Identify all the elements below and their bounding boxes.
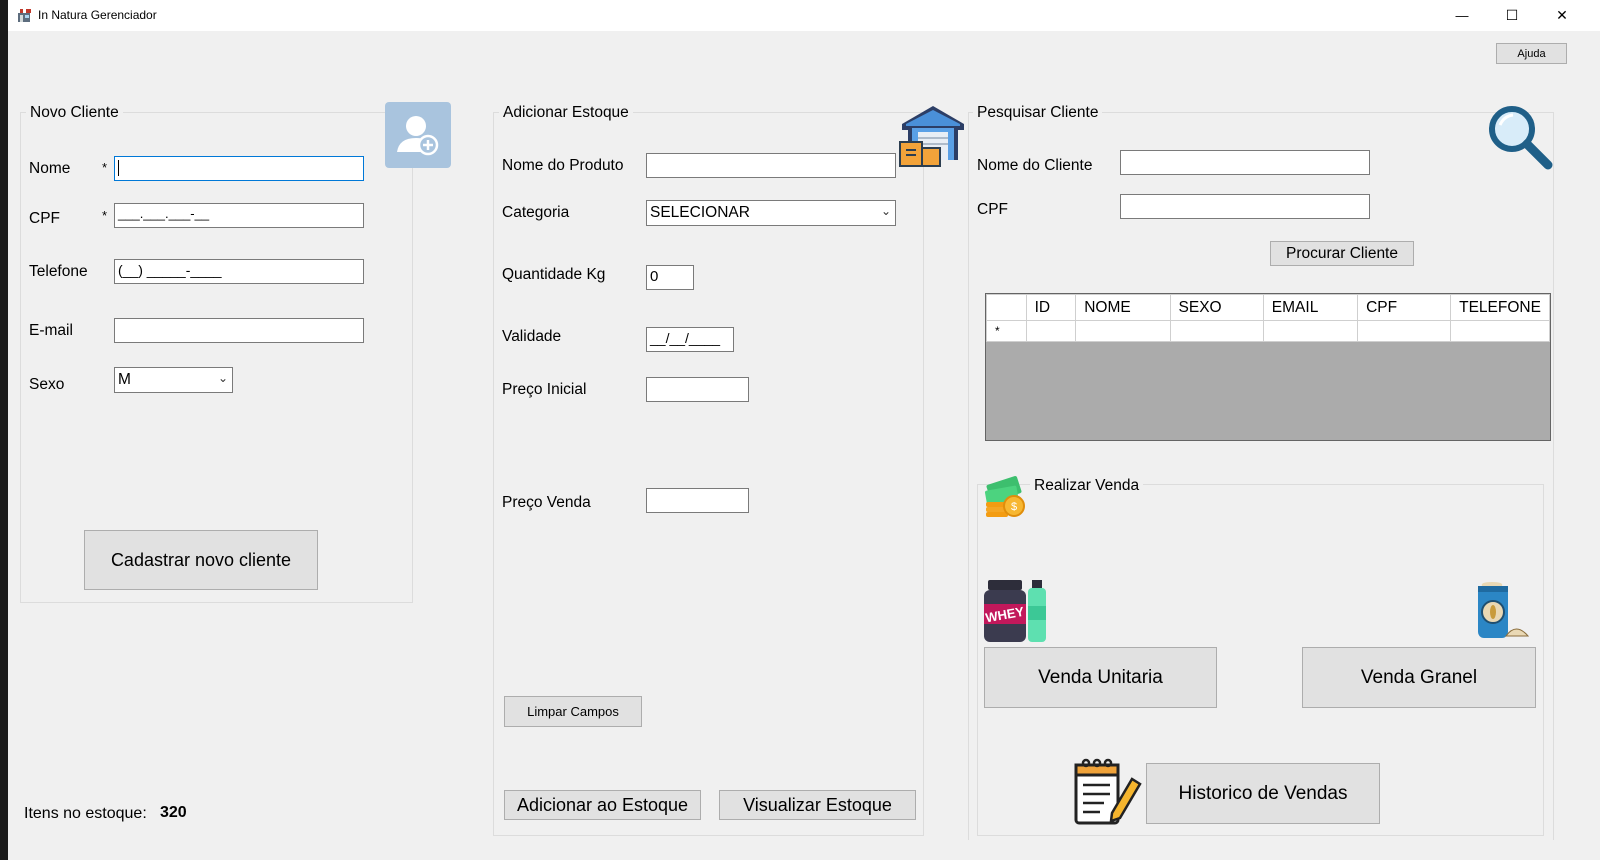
category-label: Categoria: [502, 204, 570, 221]
product-name-input[interactable]: [646, 153, 896, 178]
grid-cell[interactable]: [1262, 320, 1359, 342]
register-client-button[interactable]: Cadastrar novo cliente: [84, 530, 318, 590]
search-client-button[interactable]: Procurar Cliente: [1270, 241, 1414, 266]
text-caret: [118, 160, 119, 177]
name-required-mark: *: [102, 160, 108, 175]
client-name-label: Nome do Cliente: [977, 157, 1093, 174]
stock-count-value: 320: [160, 804, 187, 821]
main-window: In Natura Gerenciador — ☐ ✕ Ajuda Novo C…: [8, 0, 1600, 860]
maximize-icon: ☐: [1505, 7, 1519, 23]
chevron-down-icon: ⌄: [880, 204, 891, 218]
help-button[interactable]: Ajuda: [1496, 43, 1567, 64]
minimize-icon: —: [1455, 8, 1469, 23]
notepad-icon: [1074, 758, 1142, 825]
search-client-title: Pesquisar Cliente: [973, 104, 1103, 122]
title-bar: In Natura Gerenciador — ☐ ✕: [8, 0, 1600, 31]
category-select[interactable]: SELECIONAR ⌄: [646, 200, 896, 226]
email-label: E-mail: [29, 322, 73, 339]
unit-sale-button[interactable]: Venda Unitaria: [984, 647, 1217, 708]
grid-column-phone[interactable]: TELEFONE: [1450, 294, 1550, 321]
grid-new-row[interactable]: *: [986, 320, 1550, 342]
minimize-button[interactable]: —: [1439, 0, 1485, 31]
initial-price-label: Preço Inicial: [502, 381, 587, 398]
chevron-down-icon: ⌄: [217, 371, 228, 385]
grid-cell[interactable]: [1169, 320, 1264, 342]
quantity-label: Quantidade Kg: [502, 266, 606, 283]
make-sale-title: Realizar Venda: [1030, 477, 1144, 495]
email-input[interactable]: [114, 318, 364, 343]
initial-price-input[interactable]: [646, 377, 749, 402]
client-results-table: ID NOME SEXO EMAIL CPF TELEFONE *: [986, 294, 1550, 342]
add-user-button[interactable]: [385, 102, 451, 168]
maximize-button[interactable]: ☐: [1489, 0, 1535, 31]
add-to-stock-button[interactable]: Adicionar ao Estoque: [504, 790, 701, 820]
close-icon: ✕: [1556, 7, 1568, 23]
sales-history-button[interactable]: Historico de Vendas: [1146, 763, 1380, 824]
warehouse-icon: [899, 106, 964, 167]
sex-select-value: M: [118, 371, 131, 388]
client-results-grid[interactable]: ID NOME SEXO EMAIL CPF TELEFONE *: [985, 293, 1551, 441]
expiry-label: Validade: [502, 328, 562, 345]
view-stock-button[interactable]: Visualizar Estoque: [719, 790, 916, 820]
stock-count-label: Itens no estoque:: [24, 805, 147, 822]
sale-price-input[interactable]: [646, 488, 749, 513]
add-user-icon: [397, 116, 439, 156]
grid-row-header-corner: [986, 294, 1027, 321]
phone-input[interactable]: (__) _____-____: [114, 259, 364, 284]
grid-header-row: ID NOME SEXO EMAIL CPF TELEFONE: [986, 294, 1550, 321]
name-input[interactable]: [114, 156, 364, 181]
client-cpf-search-input[interactable]: [1120, 194, 1370, 219]
grid-cell[interactable]: [1025, 320, 1077, 342]
client-cpf-label: CPF: [977, 201, 1008, 218]
grain-sack-icon: [1478, 582, 1530, 638]
quantity-input[interactable]: 0: [646, 265, 694, 290]
cpf-required-mark: *: [102, 208, 108, 223]
close-button[interactable]: ✕: [1539, 0, 1585, 31]
grid-column-sex[interactable]: SEXO: [1169, 294, 1264, 321]
magnifier-icon: [1489, 106, 1553, 170]
whey-bottle-icon: WHEY: [984, 580, 1046, 642]
cpf-label: CPF: [29, 210, 60, 227]
grid-column-email[interactable]: EMAIL: [1262, 294, 1359, 321]
grid-cell[interactable]: [1450, 320, 1550, 342]
expiry-input[interactable]: __/__/____: [646, 327, 734, 352]
bulk-sale-button[interactable]: Venda Granel: [1302, 647, 1536, 708]
new-client-title: Novo Cliente: [26, 104, 123, 122]
sex-select[interactable]: M ⌄: [114, 367, 233, 393]
clear-fields-button[interactable]: Limpar Campos: [504, 696, 642, 727]
window-title: In Natura Gerenciador: [38, 8, 157, 22]
grid-new-row-marker: *: [986, 320, 1027, 342]
phone-label: Telefone: [29, 263, 88, 280]
sale-price-label: Preço Venda: [502, 494, 591, 511]
grid-column-cpf[interactable]: CPF: [1357, 294, 1452, 321]
product-name-label: Nome do Produto: [502, 157, 624, 174]
grid-cell[interactable]: [1075, 320, 1171, 342]
add-stock-title: Adicionar Estoque: [499, 104, 633, 122]
svg-text:$: $: [1011, 501, 1017, 513]
category-select-value: SELECIONAR: [650, 204, 750, 221]
cpf-input[interactable]: ___.___.___-__: [114, 203, 364, 228]
grid-column-name[interactable]: NOME: [1075, 294, 1171, 321]
sex-label: Sexo: [29, 376, 65, 393]
grid-cell[interactable]: [1357, 320, 1452, 342]
money-icon: $: [984, 476, 1025, 517]
store-icon: [17, 9, 31, 22]
name-label: Nome: [29, 160, 71, 177]
grid-column-id[interactable]: ID: [1025, 294, 1077, 321]
client-name-search-input[interactable]: [1120, 150, 1370, 175]
